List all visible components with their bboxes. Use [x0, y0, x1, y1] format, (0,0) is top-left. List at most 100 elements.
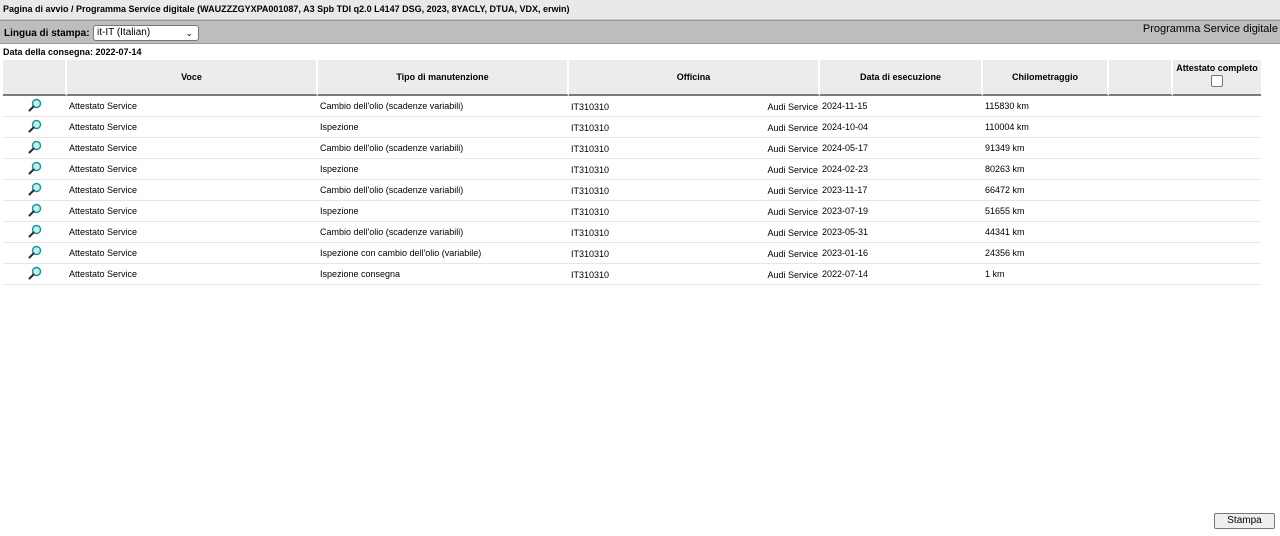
table-row: Attestato Service Ispezione IT310310 Audi S…: [3, 201, 1261, 222]
attestato-cell: [1173, 243, 1261, 264]
officina-code: IT310310: [571, 270, 610, 280]
breadcrumb: Pagina di avvio / Programma Service digi…: [0, 0, 1280, 20]
magnifier-icon[interactable]: [28, 245, 42, 261]
voce-cell: Attestato Service: [67, 180, 318, 201]
toolbar: Lingua di stampa: it-IT (Italian) ⌄ Prog…: [0, 20, 1280, 44]
officina-code: IT310310: [571, 102, 610, 112]
print-button[interactable]: Stampa: [1214, 513, 1275, 529]
voce-cell: Attestato Service: [67, 117, 318, 138]
officina-cell: IT310310 Audi Service: [569, 243, 820, 264]
km-cell: 51655 km: [983, 201, 1109, 222]
officina-cell: IT310310 Audi Service: [569, 138, 820, 159]
voce-cell: Attestato Service: [67, 138, 318, 159]
officina-cell: IT310310 Audi Service: [569, 159, 820, 180]
officina-name: Audi Service: [767, 249, 818, 259]
table-row: Attestato Service Ispezione IT310310 Audi S…: [3, 117, 1261, 138]
tipo-cell: Cambio dell'olio (scadenze variabili): [318, 222, 569, 243]
empty-cell: [1109, 159, 1173, 180]
magnifier-icon[interactable]: [28, 98, 42, 114]
print-language-label: Lingua di stampa:: [4, 28, 90, 39]
header-officina: Officina: [569, 60, 820, 96]
header-km: Chilometraggio: [983, 60, 1109, 96]
table-row: Attestato Service Cambio dell'olio (scade…: [3, 138, 1261, 159]
magnifier-icon[interactable]: [28, 161, 42, 177]
header-data: Data di esecuzione: [820, 60, 983, 96]
attestato-cell: [1173, 180, 1261, 201]
view-cell: [3, 243, 67, 264]
officina-code: IT310310: [571, 207, 610, 217]
tipo-cell: Ispezione con cambio dell'olio (variabil…: [318, 243, 569, 264]
tipo-cell: Cambio dell'olio (scadenze variabili): [318, 138, 569, 159]
attestato-cell: [1173, 201, 1261, 222]
magnifier-icon[interactable]: [28, 182, 42, 198]
tipo-cell: Ispezione consegna: [318, 264, 569, 285]
view-cell: [3, 180, 67, 201]
view-cell: [3, 138, 67, 159]
magnifier-icon[interactable]: [28, 140, 42, 156]
view-cell: [3, 159, 67, 180]
view-cell: [3, 96, 67, 117]
view-cell: [3, 117, 67, 138]
officina-name: Audi Service: [767, 270, 818, 280]
table-row: Attestato Service Cambio dell'olio (scade…: [3, 180, 1261, 201]
km-cell: 1 km: [983, 264, 1109, 285]
tipo-cell: Ispezione: [318, 117, 569, 138]
officina-cell: IT310310 Audi Service: [569, 180, 820, 201]
officina-cell: IT310310 Audi Service: [569, 222, 820, 243]
km-cell: 115830 km: [983, 96, 1109, 117]
magnifier-icon[interactable]: [28, 119, 42, 135]
officina-name: Audi Service: [767, 102, 818, 112]
print-language-value: it-IT (Italian): [97, 27, 151, 38]
officina-name: Audi Service: [767, 228, 818, 238]
print-language-select[interactable]: it-IT (Italian) ⌄: [93, 25, 199, 41]
view-cell: [3, 264, 67, 285]
magnifier-icon[interactable]: [28, 203, 42, 219]
data-cell: 2024-02-23: [820, 159, 983, 180]
attestato-cell: [1173, 117, 1261, 138]
empty-cell: [1109, 117, 1173, 138]
officina-code: IT310310: [571, 249, 610, 259]
empty-cell: [1109, 222, 1173, 243]
attestato-cell: [1173, 96, 1261, 117]
voce-cell: Attestato Service: [67, 96, 318, 117]
officina-code: IT310310: [571, 144, 610, 154]
data-cell: 2024-10-04: [820, 117, 983, 138]
km-cell: 66472 km: [983, 180, 1109, 201]
voce-cell: Attestato Service: [67, 243, 318, 264]
km-cell: 91349 km: [983, 138, 1109, 159]
km-cell: 80263 km: [983, 159, 1109, 180]
header-tipo: Tipo di manutenzione: [318, 60, 569, 96]
empty-cell: [1109, 96, 1173, 117]
attestato-cell: [1173, 138, 1261, 159]
data-cell: 2023-07-19: [820, 201, 983, 222]
voce-cell: Attestato Service: [67, 264, 318, 285]
magnifier-icon[interactable]: [28, 266, 42, 282]
officina-code: IT310310: [571, 165, 610, 175]
tipo-cell: Cambio dell'olio (scadenze variabili): [318, 180, 569, 201]
officina-name: Audi Service: [767, 123, 818, 133]
tipo-cell: Cambio dell'olio (scadenze variabili): [318, 96, 569, 117]
table-row: Attestato Service Cambio dell'olio (scade…: [3, 96, 1261, 117]
program-title: Programma Service digitale: [1142, 23, 1278, 35]
header-icon-column: [3, 60, 67, 96]
empty-cell: [1109, 138, 1173, 159]
attestato-cell: [1173, 264, 1261, 285]
officina-code: IT310310: [571, 186, 610, 196]
attestato-cell: [1173, 222, 1261, 243]
table-row: Attestato Service Ispezione IT310310 Audi S…: [3, 159, 1261, 180]
officina-code: IT310310: [571, 228, 610, 238]
magnifier-icon[interactable]: [28, 224, 42, 240]
tipo-cell: Ispezione: [318, 201, 569, 222]
officina-name: Audi Service: [767, 165, 818, 175]
data-cell: 2023-11-17: [820, 180, 983, 201]
officina-cell: IT310310 Audi Service: [569, 264, 820, 285]
header-empty: [1109, 60, 1173, 96]
empty-cell: [1109, 180, 1173, 201]
table-header-row: Voce Tipo di manutenzione Officina Data …: [3, 60, 1261, 96]
chevron-down-icon: ⌄: [185, 28, 193, 38]
table-row: Attestato Service Ispezione consegna IT310…: [3, 264, 1261, 285]
header-voce: Voce: [67, 60, 318, 96]
attestato-completo-checkbox[interactable]: [1211, 75, 1223, 87]
officina-name: Audi Service: [767, 144, 818, 154]
delivery-date: Data della consegna: 2022-07-14: [3, 47, 142, 57]
